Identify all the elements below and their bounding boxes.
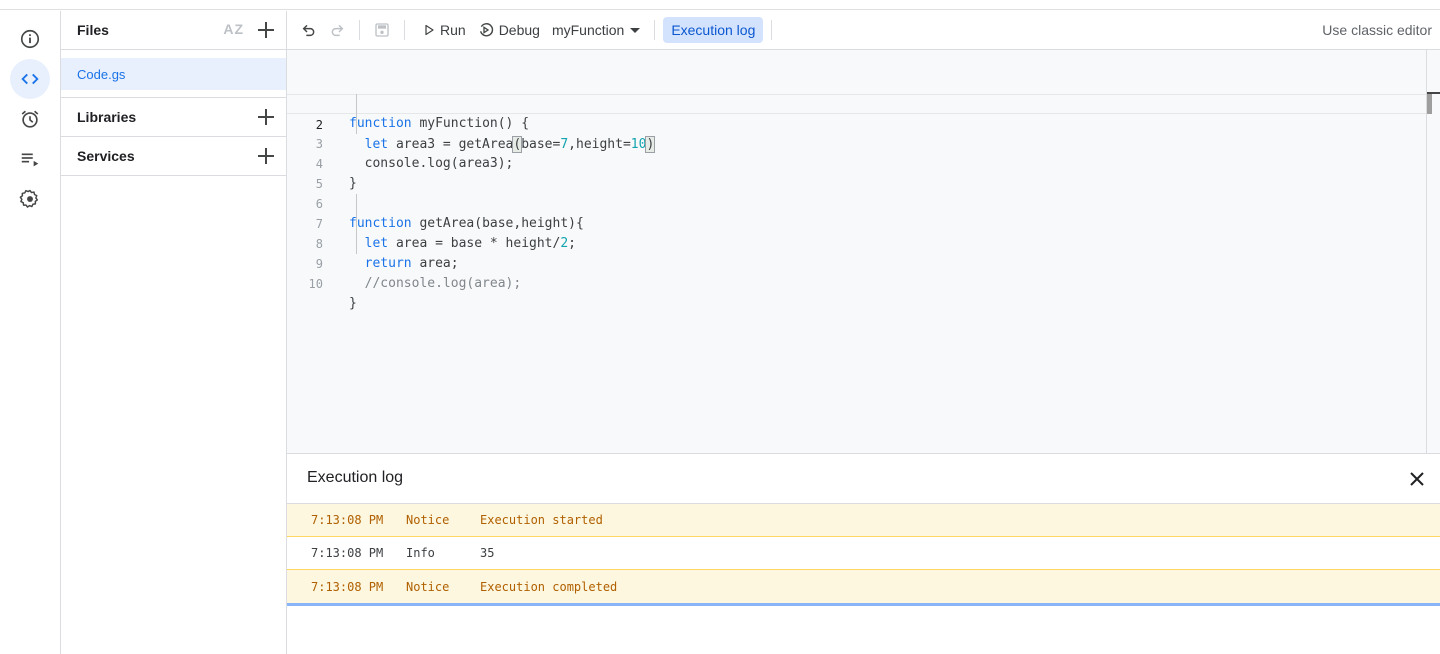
add-service-button[interactable] bbox=[256, 146, 276, 166]
function-select-value: myFunction bbox=[551, 22, 625, 38]
toolbar-divider bbox=[359, 20, 360, 40]
code-comment: //console.log(area); bbox=[349, 276, 522, 291]
file-name: Code.gs bbox=[77, 66, 126, 82]
editor-toolbar: Run Debug myFunction Execution log Use c… bbox=[287, 11, 1440, 50]
redo-button[interactable] bbox=[323, 16, 351, 44]
code-line: 10 } bbox=[287, 254, 1426, 311]
add-file-button[interactable] bbox=[256, 20, 276, 40]
log-time: 7:13:08 PM bbox=[311, 579, 384, 594]
info-icon bbox=[20, 29, 40, 49]
code-editor[interactable]: 1 function myFunction() { 2 let area3 = … bbox=[287, 50, 1440, 453]
undo-icon bbox=[302, 24, 315, 37]
files-label: Files bbox=[77, 22, 109, 38]
code-line: 5 bbox=[287, 154, 1426, 191]
log-message: Execution completed bbox=[480, 579, 618, 594]
code-line: 7 let area = base * height/2; bbox=[287, 194, 1426, 251]
log-row: 7:13:08 PM Info 35 bbox=[287, 537, 1440, 570]
toolbar-divider bbox=[654, 20, 656, 40]
rail-overview-button[interactable] bbox=[10, 19, 50, 59]
files-panel: Files AZ Code.gs Libraries Services bbox=[61, 11, 287, 654]
log-entries: 7:13:08 PM Notice Execution started 7:13… bbox=[287, 503, 1440, 606]
editor-vertical-scrollbar[interactable] bbox=[1426, 50, 1440, 453]
playlist-play-icon bbox=[21, 153, 39, 167]
libraries-label: Libraries bbox=[77, 109, 137, 125]
libraries-section-header: Libraries bbox=[61, 98, 286, 137]
code-line-current: 2 let area3 = getArea(base=7,height=10) bbox=[287, 94, 1426, 153]
add-library-button[interactable] bbox=[256, 107, 276, 127]
rail-editor-button[interactable] bbox=[10, 59, 50, 99]
left-nav-rail bbox=[0, 11, 61, 654]
log-level: Notice bbox=[406, 579, 450, 594]
log-level: Info bbox=[406, 546, 435, 560]
redo-icon bbox=[331, 24, 344, 37]
rail-executions-button[interactable] bbox=[10, 139, 50, 179]
close-icon bbox=[1410, 472, 1424, 486]
log-message: Execution started bbox=[480, 513, 603, 527]
use-classic-editor-button[interactable]: Use classic editor bbox=[1322, 22, 1432, 38]
sort-files-az-button[interactable]: AZ bbox=[223, 21, 244, 37]
toolbar-divider bbox=[771, 20, 773, 40]
code-line: 3 console.log(area3); bbox=[287, 114, 1426, 171]
toolbar-divider bbox=[404, 20, 405, 40]
code-text: } bbox=[349, 296, 357, 311]
top-border bbox=[0, 0, 1440, 10]
run-button[interactable]: Run bbox=[417, 16, 472, 44]
scrollbar-thumb[interactable] bbox=[1427, 94, 1432, 114]
execution-log-panel: Execution log 7:13:08 PM Notice Executio… bbox=[287, 453, 1440, 654]
log-row: 7:13:08 PM Notice Execution started bbox=[287, 504, 1440, 537]
rail-triggers-button[interactable] bbox=[10, 99, 50, 139]
debug-icon bbox=[479, 23, 493, 37]
execution-log-toggle-button[interactable]: Execution log bbox=[663, 17, 764, 43]
log-level: Notice bbox=[406, 513, 450, 527]
code-line: 8 return area; bbox=[287, 214, 1426, 271]
gear-icon bbox=[19, 189, 39, 208]
line-number: 10 bbox=[308, 277, 323, 291]
services-label: Services bbox=[77, 148, 135, 164]
indent-guide bbox=[356, 194, 357, 254]
code-line: 1 function myFunction() { bbox=[287, 74, 1426, 131]
debug-button[interactable]: Debug bbox=[472, 16, 546, 44]
file-item-code-gs[interactable]: Code.gs bbox=[61, 58, 286, 90]
code-line: 9 //console.log(area); bbox=[287, 234, 1426, 291]
log-message: 35 bbox=[480, 546, 495, 560]
log-time: 7:13:08 PM bbox=[311, 513, 384, 527]
files-section-header: Files AZ bbox=[61, 11, 286, 50]
function-select-dropdown[interactable]: myFunction bbox=[546, 22, 646, 38]
close-log-button[interactable] bbox=[1408, 470, 1426, 488]
code-line: 4 } bbox=[287, 134, 1426, 191]
code-icon bbox=[21, 73, 39, 85]
rail-settings-button[interactable] bbox=[10, 179, 50, 219]
indent-guide bbox=[356, 94, 357, 134]
alarm-clock-icon bbox=[21, 110, 39, 128]
services-section-header: Services bbox=[61, 137, 286, 176]
caret-down-icon bbox=[630, 27, 641, 33]
run-label: Run bbox=[440, 22, 466, 38]
debug-label: Debug bbox=[498, 22, 540, 38]
execution-log-title: Execution log bbox=[307, 469, 404, 486]
log-progress-bar bbox=[287, 603, 1440, 606]
execution-log-label: Execution log bbox=[671, 22, 756, 38]
save-icon bbox=[375, 23, 389, 37]
log-time: 7:13:08 PM bbox=[311, 546, 384, 560]
save-button[interactable] bbox=[368, 16, 396, 44]
code-line: 6 function getArea(base,height){ bbox=[287, 174, 1426, 231]
undo-button[interactable] bbox=[295, 16, 323, 44]
log-row: 7:13:08 PM Notice Execution completed bbox=[287, 570, 1440, 603]
play-icon bbox=[425, 24, 434, 36]
